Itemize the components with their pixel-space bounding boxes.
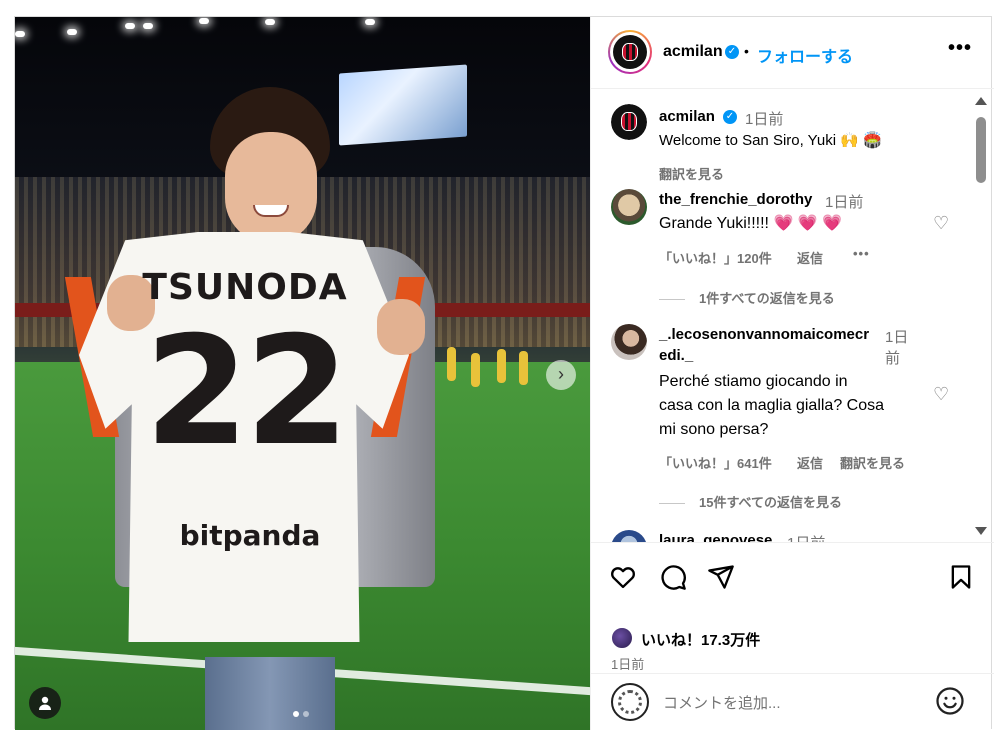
comment-text-line: Perché stiamo giocando in — [659, 373, 848, 390]
user-icon — [39, 696, 51, 710]
jersey-number: 22 — [144, 305, 350, 479]
background-player — [497, 349, 506, 383]
like-heart-icon[interactable] — [609, 563, 637, 591]
comment-reply-button[interactable]: 返信 — [797, 248, 823, 267]
author-avatar[interactable] — [608, 30, 652, 74]
like-comment-heart-icon[interactable]: ♡ — [933, 213, 949, 234]
comment-time-line[interactable]: 前 — [885, 347, 900, 368]
emoji-icon[interactable] — [935, 686, 965, 716]
current-user-avatar — [611, 683, 649, 721]
caption-time[interactable]: 1日前 — [745, 108, 783, 129]
liker-avatar — [611, 627, 633, 649]
post-dialog: TSUNODA 22 bitpanda › acmilan ✓ • フォローする… — [14, 16, 994, 730]
comment-time[interactable]: 1日前 — [787, 532, 825, 542]
view-replies-link[interactable]: 1件すべての返信を見る — [659, 288, 835, 307]
tagged-users-button[interactable] — [29, 687, 61, 719]
commenter-avatar[interactable] — [611, 189, 647, 225]
face — [225, 132, 317, 244]
caption-text: Welcome to San Siro, Yuki 🙌 🏟️ — [659, 132, 882, 149]
share-send-icon[interactable] — [707, 563, 735, 591]
caption-username[interactable]: acmilan — [659, 108, 715, 125]
comment-username[interactable]: laura_genovese — [659, 532, 772, 542]
comment-time[interactable]: 1日前 — [825, 191, 863, 212]
post-photo[interactable]: TSUNODA 22 bitpanda › — [15, 17, 590, 730]
commenter-avatar[interactable] — [611, 324, 647, 360]
caption-translate-link[interactable]: 翻訳を見る — [659, 164, 724, 183]
jersey-name: TSUNODA — [142, 267, 348, 308]
jeans — [205, 657, 335, 730]
likes-count[interactable]: いいね！17.3万件 — [641, 629, 760, 650]
post-date[interactable]: 1日前 — [611, 654, 644, 673]
comment-time-line[interactable]: 1日 — [885, 326, 908, 347]
caption-avatar[interactable] — [611, 104, 647, 140]
comment-text-line: casa con la maglia gialla? Cosa — [659, 397, 885, 414]
ac-milan-logo-icon — [611, 104, 647, 140]
stadium-lights — [15, 17, 590, 77]
comment-username-line[interactable]: edi._ — [659, 347, 693, 364]
follow-button[interactable]: フォローする — [757, 43, 853, 67]
carousel-dots — [293, 711, 309, 717]
comment-reply-button[interactable]: 返信 — [797, 453, 823, 472]
scroll-down-arrow-icon[interactable] — [975, 527, 987, 535]
carousel-next-button[interactable]: › — [546, 360, 576, 390]
like-comment-heart-icon[interactable]: ♡ — [933, 384, 949, 405]
commenter-avatar[interactable] — [611, 530, 647, 542]
comments-list[interactable]: acmilan ✓ 1日前 Welcome to San Siro, Yuki … — [591, 90, 994, 542]
comment-text-line: mi sono persa? — [659, 421, 769, 438]
right-hand — [377, 299, 425, 355]
comment-likes-count[interactable]: 「いいね！」120件 — [659, 248, 772, 267]
scroll-up-arrow-icon[interactable] — [975, 97, 987, 105]
post-side-panel: acmilan ✓ • フォローする ••• acmilan ✓ 1日前 Wel… — [590, 17, 994, 730]
scrollbar-thumb[interactable] — [976, 117, 986, 183]
comment-translate-link[interactable]: 翻訳を見る — [840, 453, 905, 472]
view-replies-link[interactable]: 15件すべての返信を見る — [659, 492, 842, 511]
background-player — [519, 351, 528, 385]
comment-more-button[interactable]: ••• — [853, 246, 870, 261]
comment-bubble-icon[interactable] — [659, 563, 687, 591]
add-comment-bar: コメントを追加... — [591, 673, 994, 730]
verified-badge-icon: ✓ — [723, 110, 737, 124]
post-header: acmilan ✓ • フォローする ••• — [591, 17, 994, 89]
chevron-right-icon: › — [558, 364, 564, 384]
ac-milan-logo-icon — [613, 35, 647, 69]
author-username[interactable]: acmilan — [663, 43, 723, 61]
jersey-sponsor: bitpanda — [179, 519, 321, 552]
comment-username[interactable]: the_frenchie_dorothy — [659, 191, 812, 208]
carousel-dot — [293, 711, 299, 717]
bookmark-save-icon[interactable] — [947, 563, 975, 591]
carousel-dot — [303, 711, 309, 717]
post-actions: いいね！17.3万件 1日前 — [591, 542, 994, 672]
comment-likes-count[interactable]: 「いいね！」641件 — [659, 453, 772, 472]
header-separator: • — [744, 43, 749, 59]
comment-username-line[interactable]: _.lecosenonvannomaicomecr — [659, 326, 869, 343]
comment-text: Grande Yuki!!!!! 💗 💗 💗 — [659, 215, 843, 232]
comments-scrollbar[interactable] — [975, 97, 989, 545]
more-options-button[interactable]: ••• — [948, 37, 972, 60]
verified-badge-icon: ✓ — [725, 45, 739, 59]
comment-input[interactable]: コメントを追加... — [663, 692, 781, 713]
